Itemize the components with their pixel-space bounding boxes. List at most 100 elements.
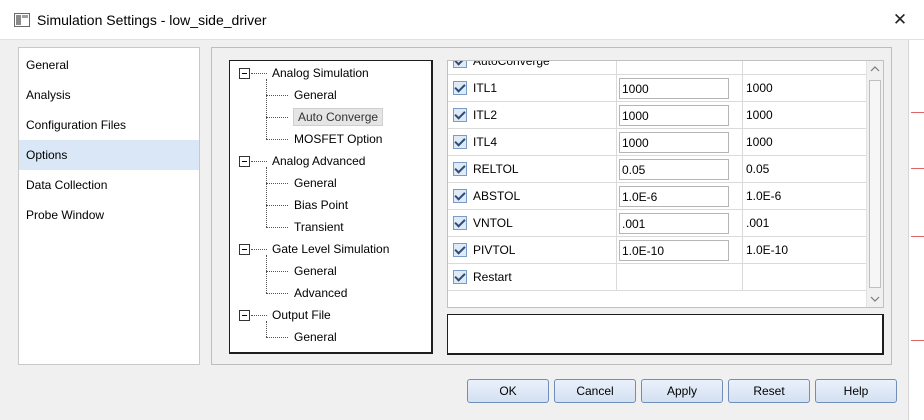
tree-group-gate-level-simulation[interactable]: Gate Level Simulation	[272, 239, 389, 259]
tree-item-label: General	[294, 88, 337, 102]
parameter-name-cell: ITL2	[448, 102, 617, 129]
parameter-default-value: 1.0E-6	[746, 189, 782, 203]
tree-item-gate-level-simulation-general[interactable]: General	[294, 261, 337, 281]
parameter-value-input[interactable]	[619, 78, 729, 99]
tree-group-analog-advanced[interactable]: Analog Advanced	[272, 151, 365, 171]
parameter-value-input[interactable]	[619, 159, 729, 180]
sidebar-item-data-collection[interactable]: Data Collection	[19, 170, 199, 200]
parameter-value-input[interactable]	[619, 213, 729, 234]
tree-item-label: Transient	[294, 220, 344, 234]
scroll-thumb[interactable]	[869, 80, 881, 288]
parameter-default-cell	[743, 61, 867, 75]
parameter-value-input[interactable]	[619, 105, 729, 126]
parameter-default-cell: 1.0E-10	[743, 237, 867, 264]
parameter-name: RELTOL	[473, 162, 519, 176]
title-bar: Simulation Settings - low_side_driver ✕	[0, 0, 924, 40]
tree-connector	[266, 95, 288, 96]
parameter-default-value: 0.05	[746, 162, 770, 176]
parameter-value-cell	[617, 183, 743, 210]
tree-group-output-file[interactable]: Output File	[272, 305, 331, 325]
parameter-name-cell: AutoConverge	[448, 60, 617, 75]
settings-category-list: General Analysis Configuration Files Option…	[18, 47, 200, 365]
parameter-default-cell: 1000	[743, 102, 867, 129]
table-row: ABSTOL 1.0E-6	[448, 183, 867, 210]
table-row: ITL4 1000	[448, 129, 867, 156]
sidebar-item-options[interactable]: Options	[19, 140, 199, 170]
tree-item-label: MOSFET Option	[294, 132, 383, 146]
parameter-checkbox[interactable]	[453, 81, 467, 95]
apply-button[interactable]: Apply	[641, 379, 723, 403]
schematic-wire	[911, 236, 924, 237]
parameter-checkbox[interactable]	[453, 270, 467, 284]
tree-item-label: General	[294, 330, 337, 344]
parameter-name-cell: Restart	[448, 264, 617, 291]
parameter-default-cell: .001	[743, 210, 867, 237]
collapse-toggle-icon[interactable]	[239, 156, 250, 167]
parameter-value-input[interactable]	[619, 240, 729, 261]
tree-item-analog-advanced-bias-point[interactable]: Bias Point	[294, 195, 348, 215]
scroll-up-arrow-icon[interactable]	[867, 61, 883, 77]
collapse-toggle-icon[interactable]	[239, 310, 250, 321]
tree-item-analog-simulation-general[interactable]: General	[294, 85, 337, 105]
sidebar-item-analysis[interactable]: Analysis	[19, 80, 199, 110]
parameter-name: AutoConverge	[473, 60, 550, 68]
parameter-checkbox[interactable]	[453, 108, 467, 122]
sidebar-item-probe-window[interactable]: Probe Window	[19, 200, 199, 230]
parameter-default-cell: 1.0E-6	[743, 183, 867, 210]
parameter-name: ABSTOL	[473, 189, 521, 203]
parameter-grid: AutoConverge ITL1 1000 ITL2 1000 ITL4 1000 RELT…	[447, 60, 884, 308]
tree-connector	[266, 271, 288, 272]
tree-group-label: Gate Level Simulation	[272, 242, 390, 256]
tree-item-analog-simulation-auto-converge[interactable]: Auto Converge	[293, 107, 384, 127]
parameter-name-cell: RELTOL	[448, 156, 617, 183]
tree-connector	[251, 249, 267, 250]
parameter-value-input[interactable]	[619, 186, 729, 207]
parameter-value-cell	[617, 156, 743, 183]
parameter-name: PIVTOL	[473, 243, 516, 257]
parameter-value-input[interactable]	[619, 132, 729, 153]
parameter-name: ITL2	[473, 108, 498, 122]
grid-scrollbar[interactable]	[866, 61, 883, 307]
schematic-wire	[911, 112, 924, 113]
tree-connector	[251, 315, 267, 316]
parameter-checkbox[interactable]	[453, 243, 467, 257]
tree-item-gate-level-simulation-advanced[interactable]: Advanced	[294, 283, 347, 303]
parameter-value-cell	[617, 102, 743, 129]
close-button[interactable]: ✕	[890, 10, 910, 30]
parameter-checkbox[interactable]	[453, 189, 467, 203]
parameter-checkbox[interactable]	[453, 135, 467, 149]
collapse-toggle-icon[interactable]	[239, 68, 250, 79]
options-panel: Analog Simulation General Auto Converge MOS…	[211, 47, 892, 365]
schematic-wire	[911, 168, 924, 169]
sidebar-item-general[interactable]: General	[19, 50, 199, 80]
window-title: Simulation Settings - low_side_driver	[37, 12, 267, 28]
collapse-toggle-icon[interactable]	[239, 244, 250, 255]
parameter-name-cell: VNTOL	[448, 210, 617, 237]
parameter-default-value: 1000	[746, 135, 773, 149]
reset-button[interactable]: Reset	[728, 379, 810, 403]
parameter-value-cell	[617, 61, 743, 75]
help-button[interactable]: Help	[815, 379, 897, 403]
tree-connector	[266, 117, 288, 118]
parameter-name-cell: ABSTOL	[448, 183, 617, 210]
parameter-checkbox[interactable]	[453, 216, 467, 230]
tree-connector	[266, 183, 288, 184]
scroll-down-arrow-icon[interactable]	[867, 291, 883, 307]
tree-item-analog-advanced-transient[interactable]: Transient	[294, 217, 344, 237]
table-row: AutoConverge	[448, 60, 867, 75]
tree-item-output-file-general[interactable]: General	[294, 327, 337, 347]
parameter-name-cell: ITL1	[448, 75, 617, 102]
table-row: ITL2 1000	[448, 102, 867, 129]
parameter-checkbox[interactable]	[453, 162, 467, 176]
tree-connector	[266, 293, 288, 294]
cancel-button[interactable]: Cancel	[554, 379, 636, 403]
tree-item-analog-simulation-mosfet-option[interactable]: MOSFET Option	[294, 129, 382, 149]
parameter-checkbox[interactable]	[453, 61, 467, 68]
table-row: Restart	[448, 264, 867, 291]
sidebar-item-configuration-files[interactable]: Configuration Files	[19, 110, 199, 140]
tree-item-label: Advanced	[294, 286, 348, 300]
ok-button[interactable]: OK	[467, 379, 549, 403]
tree-item-analog-advanced-general[interactable]: General	[294, 173, 337, 193]
tree-group-analog-simulation[interactable]: Analog Simulation	[272, 63, 369, 83]
parameter-value-cell	[617, 264, 743, 291]
